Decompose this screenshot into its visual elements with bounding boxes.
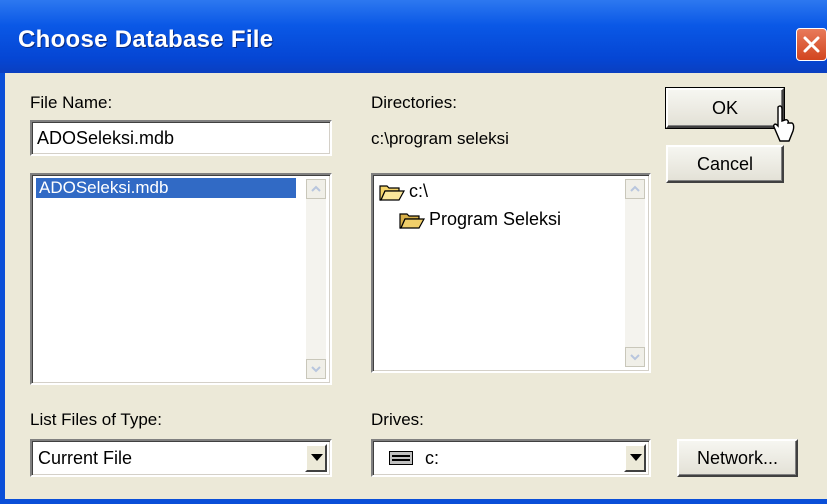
file-list[interactable]: ADOSeleksi.mdb — [30, 173, 332, 385]
drives-label: Drives: — [371, 410, 424, 429]
drive-value: c: — [425, 448, 440, 468]
dialog-body: File Name: ADOSeleksi.mdb ADOSeleksi.mdb… — [5, 73, 827, 499]
dropdown-arrow-icon — [630, 454, 642, 461]
scroll-down-button[interactable] — [625, 347, 645, 367]
directories-label: Directories: — [371, 93, 457, 112]
close-icon — [803, 36, 820, 53]
chevron-up-icon — [630, 185, 640, 192]
drives-dropdown-button[interactable] — [624, 444, 646, 472]
ok-button[interactable]: OK — [665, 87, 785, 129]
scroll-down-button[interactable] — [306, 359, 326, 379]
cancel-button[interactable]: Cancel — [666, 145, 784, 183]
file-name-label: File Name: — [30, 93, 113, 112]
drives-dropdown[interactable]: c: — [371, 439, 651, 477]
dropdown-arrow-icon — [311, 454, 323, 461]
chevron-down-icon — [630, 354, 640, 361]
dialog-window: Choose Database File File Name: ADOSelek… — [0, 0, 827, 504]
file-list-item-selected[interactable]: ADOSeleksi.mdb — [36, 178, 296, 198]
file-name-value: ADOSeleksi.mdb — [37, 128, 175, 148]
list-files-of-type-label: List Files of Type: — [30, 410, 162, 429]
open-folder-icon — [379, 185, 405, 201]
open-folder-icon — [399, 213, 425, 229]
file-name-field[interactable]: ADOSeleksi.mdb — [30, 120, 332, 156]
directory-tree[interactable]: c:\ Program Seleksi — [371, 173, 651, 373]
file-type-dropdown[interactable]: Current File — [30, 439, 332, 477]
dialog-title: Choose Database File — [18, 26, 274, 53]
file-type-dropdown-button[interactable] — [305, 444, 327, 472]
directory-label-program-seleksi: Program Seleksi — [429, 209, 562, 229]
network-button[interactable]: Network... — [677, 439, 798, 477]
close-button[interactable] — [796, 28, 827, 61]
title-bar[interactable]: Choose Database File — [0, 0, 827, 73]
directory-label-root: c:\ — [409, 181, 429, 201]
chevron-down-icon — [311, 366, 321, 373]
scroll-up-button[interactable] — [306, 179, 326, 199]
current-directory-text: c:\program seleksi — [371, 129, 509, 148]
window-bottom-frame — [0, 499, 827, 504]
file-type-value: Current File — [38, 448, 133, 468]
chevron-up-icon — [311, 185, 321, 192]
file-list-scrollbar[interactable] — [306, 179, 326, 379]
scroll-up-button[interactable] — [625, 179, 645, 199]
directory-tree-scrollbar[interactable] — [625, 179, 645, 367]
mouse-cursor-icon — [773, 105, 795, 142]
hard-drive-icon — [389, 451, 413, 465]
